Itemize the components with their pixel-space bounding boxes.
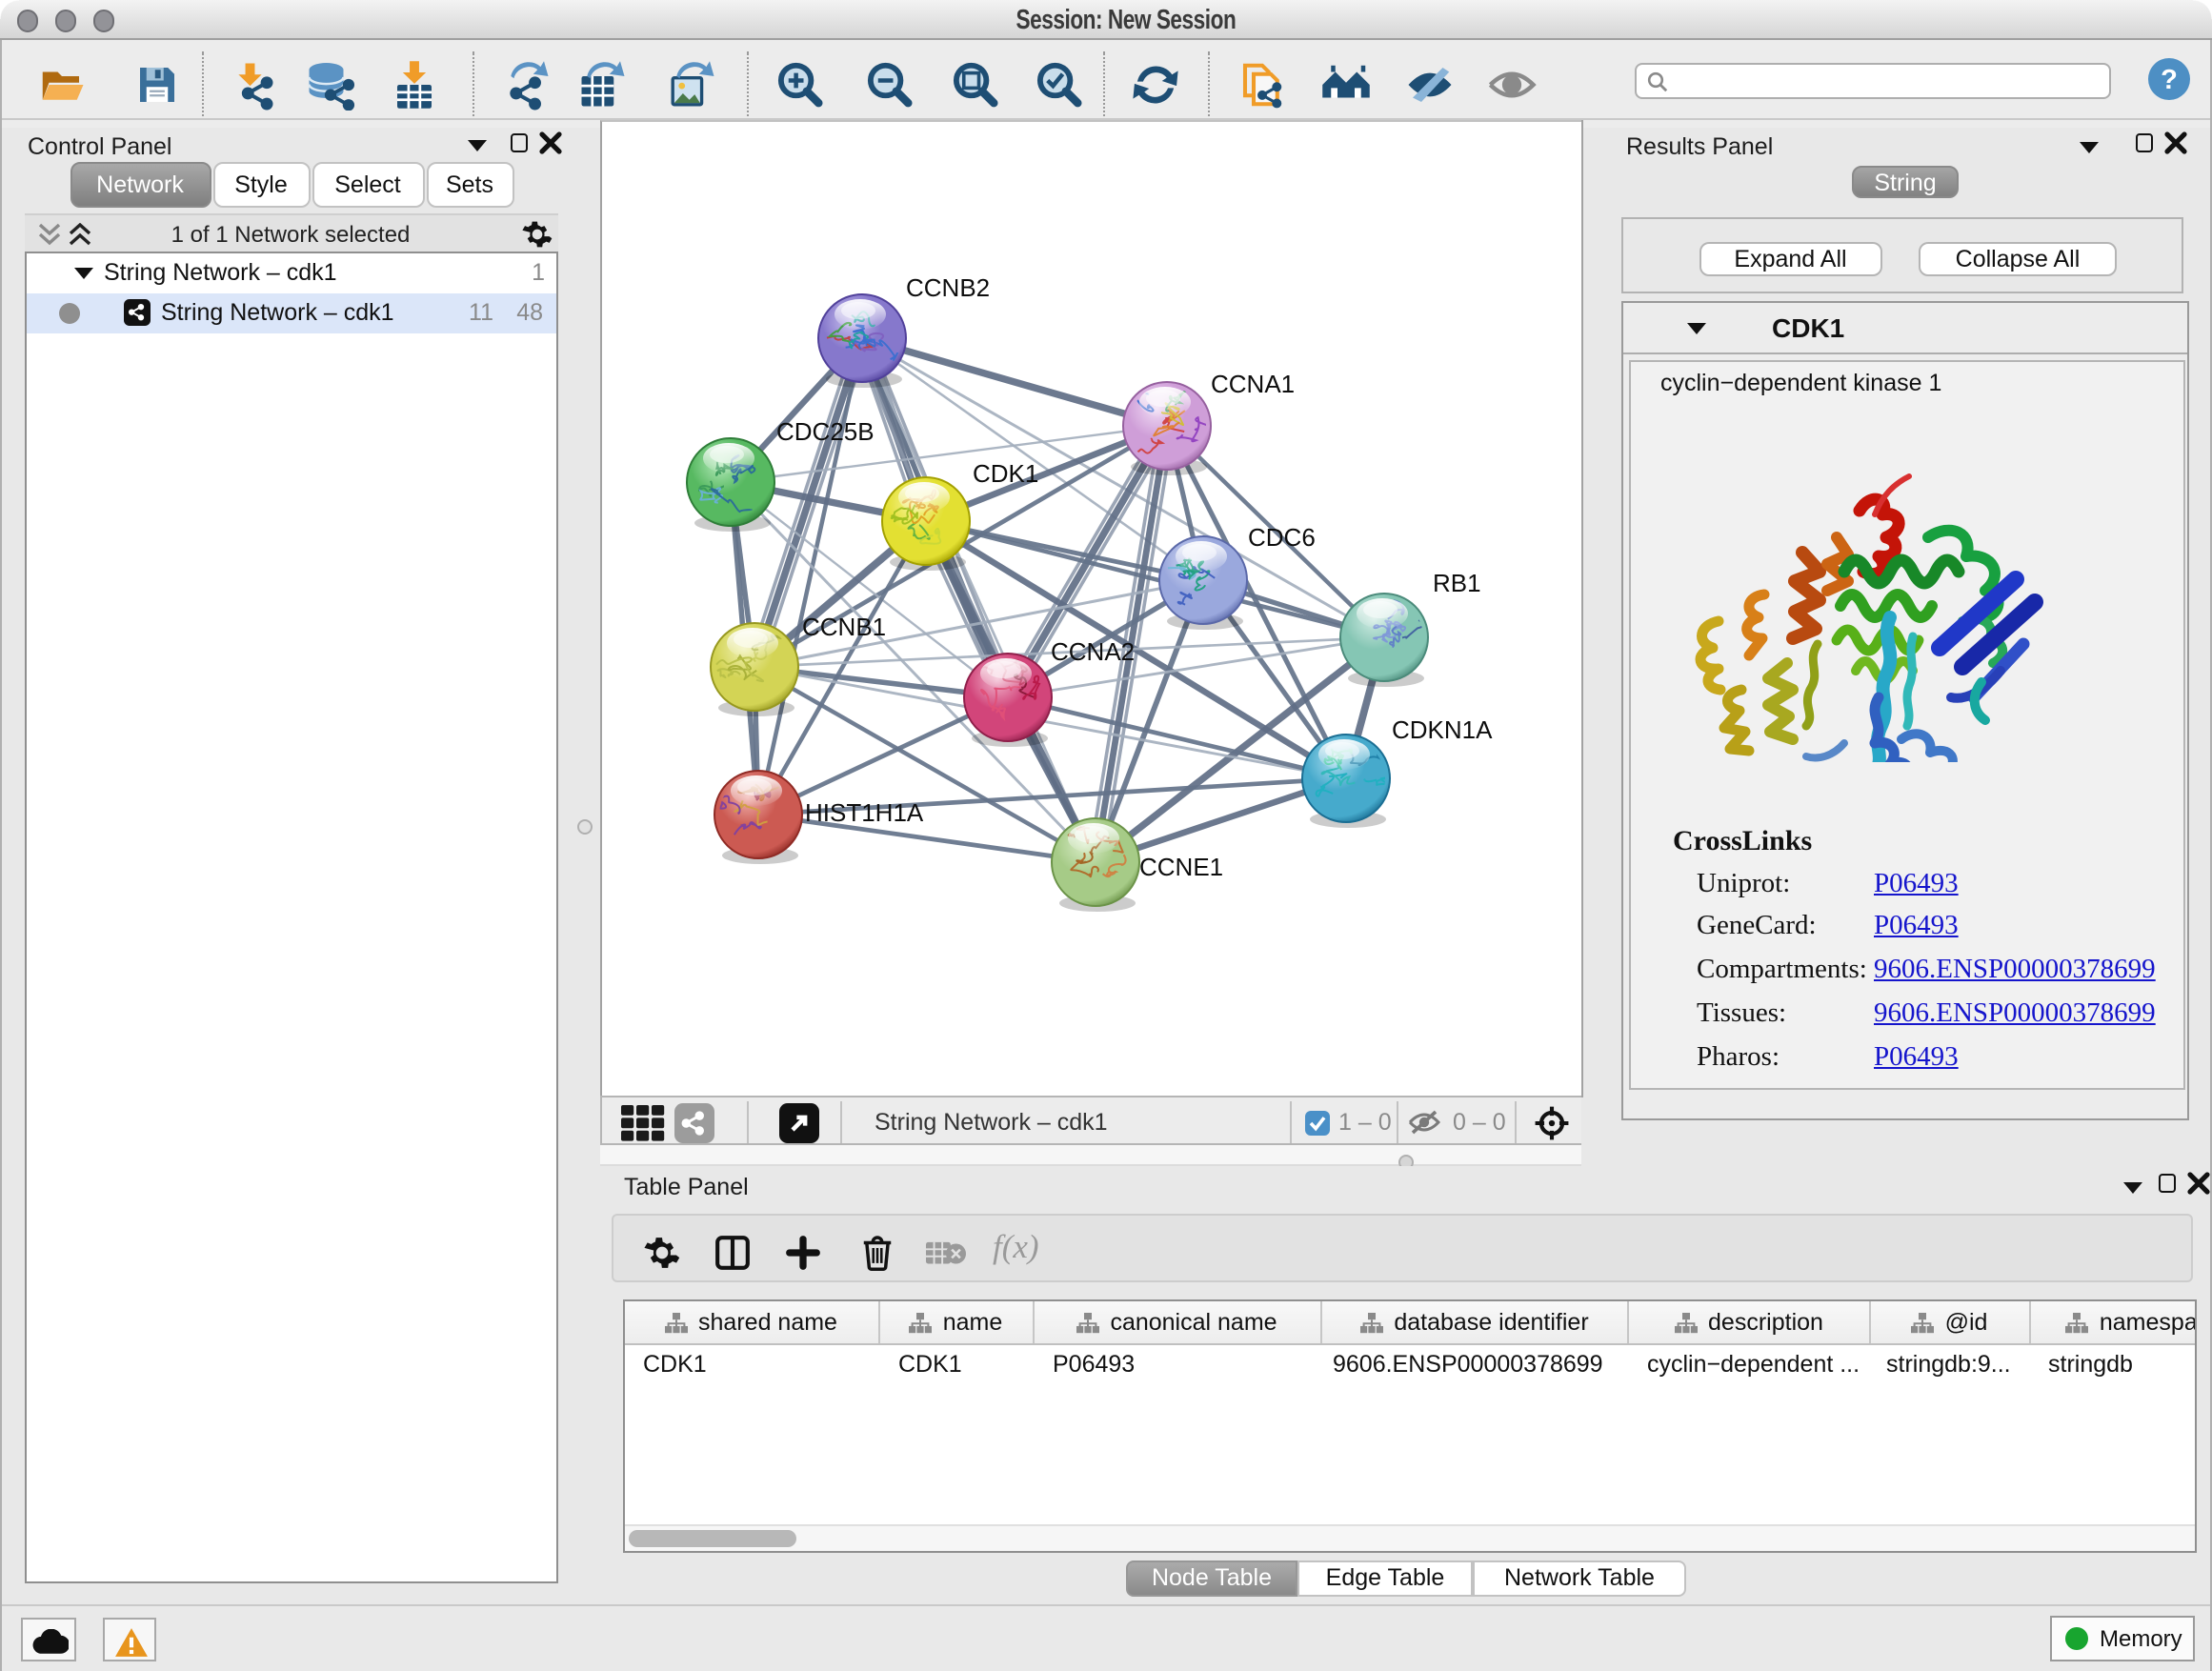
svg-text:HIST1H1A: HIST1H1A [804,797,923,826]
svg-text:CDC6: CDC6 [1247,522,1315,551]
svg-text:CDC25B: CDC25B [775,416,874,445]
svg-text:CDKN1A: CDKN1A [1391,715,1492,743]
svg-text:CCNA1: CCNA1 [1210,369,1294,397]
svg-text:CCNB1: CCNB1 [801,612,885,640]
svg-text:CDK1: CDK1 [972,458,1037,487]
svg-text:CCNA2: CCNA2 [1050,636,1134,665]
svg-text:CCNE1: CCNE1 [1138,852,1222,880]
svg-text:RB1: RB1 [1432,568,1480,596]
svg-text:CCNB2: CCNB2 [905,272,989,301]
svg-text:?: ? [2161,65,2178,95]
